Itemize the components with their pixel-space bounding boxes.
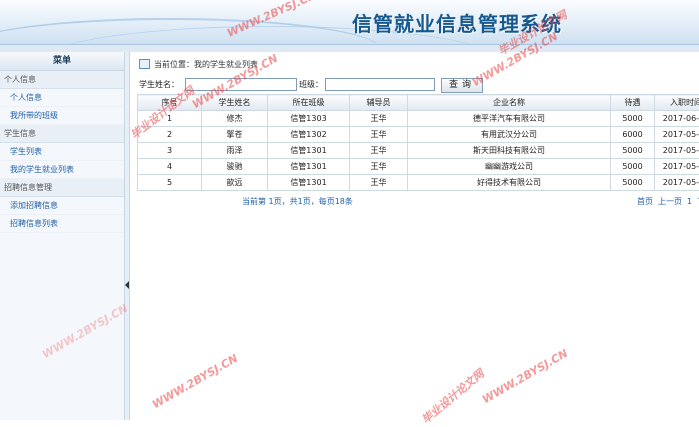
table-cell: 骏驰 — [202, 159, 268, 175]
table-cell: 5000 — [611, 111, 655, 127]
table-row: 4 骏驰 信管1301 王华 幽幽游戏公司 5000 2017-05-16 — [138, 159, 699, 175]
search-bar: 学生姓名： 班级： 查询 — [139, 77, 699, 93]
table-cell: 幽幽游戏公司 — [408, 159, 611, 175]
column-header: 企业名称 — [408, 95, 611, 111]
table-cell: 王华 — [350, 175, 408, 191]
table-cell: 4 — [138, 159, 202, 175]
column-header: 学生姓名 — [202, 95, 268, 111]
table-cell: 1 — [138, 111, 202, 127]
table-cell: 2017-05-12 — [655, 175, 699, 191]
table-row: 3 雨泽 信管1301 王华 斯天田科技有限公司 5000 2017-05-19 — [138, 143, 699, 159]
table-cell: 5000 — [611, 143, 655, 159]
table-cell: 王华 — [350, 111, 408, 127]
sidebar-item-my-classes[interactable]: 我所带的班级 — [0, 107, 124, 125]
table-cell: 王华 — [350, 127, 408, 143]
table-cell: 2017-05-19 — [655, 143, 699, 159]
table-cell: 擎苍 — [202, 127, 268, 143]
column-header: 待遇 — [611, 95, 655, 111]
page-icon — [139, 59, 150, 69]
sidebar-group-personal[interactable]: 个人信息 — [0, 71, 124, 89]
table-cell: 2017-05-16 — [655, 159, 699, 175]
table-cell: 信管1301 — [268, 159, 350, 175]
table-cell: 3 — [138, 143, 202, 159]
table-cell: 信管1301 — [268, 143, 350, 159]
table-cell: 5 — [138, 175, 202, 191]
sidebar-item-student-employment[interactable]: 我的学生就业列表 — [0, 161, 124, 179]
pagination-info: 当前第 1页，共1页，每页18条 — [242, 196, 353, 207]
table-cell: 王华 — [350, 143, 408, 159]
table-row: 5 歆远 信管1301 王华 好得技术有限公司 5000 2017-05-12 — [138, 175, 699, 191]
sidebar-item-student-list[interactable]: 学生列表 — [0, 143, 124, 161]
table-cell: 雨泽 — [202, 143, 268, 159]
table-cell: 修杰 — [202, 111, 268, 127]
table-cell: 有用武汉分公司 — [408, 127, 611, 143]
class-input[interactable] — [325, 78, 435, 91]
table-cell: 2 — [138, 127, 202, 143]
sidebar-group-students[interactable]: 学生信息 — [0, 125, 124, 143]
column-header: 序号 — [138, 95, 202, 111]
table-row: 1 修杰 信管1303 王华 德平洋汽车有限公司 5000 2017-06-28 — [138, 111, 699, 127]
table-cell: 信管1301 — [268, 175, 350, 191]
column-header: 入职时间 — [655, 95, 699, 111]
sidebar-item-job-list[interactable]: 招聘信息列表 — [0, 215, 124, 233]
column-header: 所在班级 — [268, 95, 350, 111]
table-row: 2 擎苍 信管1302 王华 有用武汉分公司 6000 2017-05-31 — [138, 127, 699, 143]
sidebar-item-add-job[interactable]: 添加招聘信息 — [0, 197, 124, 215]
collapse-arrow-icon[interactable] — [125, 281, 129, 289]
table-cell: 斯天田科技有限公司 — [408, 143, 611, 159]
table-cell: 2017-05-31 — [655, 127, 699, 143]
main-content: 当前位置：我的学生就业列表 学生姓名： 班级： 查询 序号 学生姓名 所在班级 … — [131, 52, 699, 420]
student-name-label: 学生姓名： — [139, 77, 179, 93]
search-button[interactable]: 查询 — [441, 78, 483, 93]
breadcrumb: 当前位置：我的学生就业列表 — [135, 58, 699, 72]
sidebar-group-recruitment[interactable]: 招聘信息管理 — [0, 179, 124, 197]
table-cell: 王华 — [350, 159, 408, 175]
app-title: 信管就业信息管理系统 — [352, 8, 562, 37]
table-cell: 好得技术有限公司 — [408, 175, 611, 191]
prev-page-link[interactable]: 上一页 — [658, 197, 682, 206]
table-cell: 信管1303 — [268, 111, 350, 127]
employment-table: 序号 学生姓名 所在班级 辅导员 企业名称 待遇 入职时间 1 修杰 信管130… — [137, 94, 699, 191]
sidebar-splitter[interactable] — [125, 52, 130, 420]
breadcrumb-text: 当前位置：我的学生就业列表 — [154, 60, 258, 69]
app-header: 信管就业信息管理系统 — [0, 0, 699, 45]
first-page-link[interactable]: 首页 — [637, 197, 653, 206]
sidebar-title: 菜单 — [0, 52, 124, 71]
pagination-links: 首页上一页1下 — [637, 196, 699, 207]
table-cell: 5000 — [611, 159, 655, 175]
header-band — [0, 45, 699, 52]
student-name-input[interactable] — [185, 78, 297, 91]
sidebar-item-personal-info[interactable]: 个人信息 — [0, 89, 124, 107]
table-cell: 歆远 — [202, 175, 268, 191]
class-label: 班级： — [299, 77, 323, 93]
table-cell: 信管1302 — [268, 127, 350, 143]
table-cell: 6000 — [611, 127, 655, 143]
table-cell: 5000 — [611, 175, 655, 191]
table-cell: 德平洋汽车有限公司 — [408, 111, 611, 127]
table-cell: 2017-06-28 — [655, 111, 699, 127]
sidebar: 菜单 个人信息 个人信息 我所带的班级 学生信息 学生列表 我的学生就业列表 招… — [0, 52, 125, 420]
page-number-link[interactable]: 1 — [687, 197, 692, 206]
column-header: 辅导员 — [350, 95, 408, 111]
table-header-row: 序号 学生姓名 所在班级 辅导员 企业名称 待遇 入职时间 — [138, 95, 699, 111]
